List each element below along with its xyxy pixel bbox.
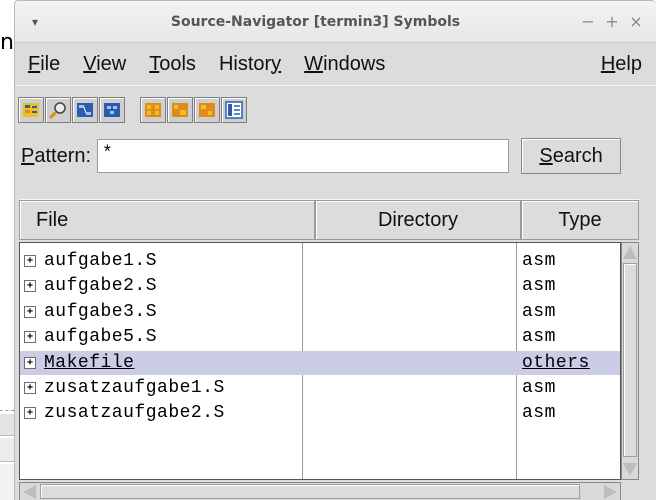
- pattern-label-text: attern:: [34, 144, 92, 167]
- row-type: asm: [522, 251, 556, 271]
- editor-icon: [199, 102, 215, 117]
- row-type: others: [522, 352, 590, 373]
- row-type: asm: [522, 327, 556, 348]
- scroll-left-arrow-icon[interactable]: [23, 485, 36, 499]
- expand-icon[interactable]: +: [24, 331, 36, 344]
- hierarchy-button[interactable]: [72, 96, 98, 123]
- row-file-name: aufgabe3.S: [44, 301, 158, 322]
- column-headers: File Directory Type: [19, 199, 639, 240]
- menu-bar: File View Tools History Windows Help: [15, 43, 656, 85]
- column-header-type[interactable]: Type: [521, 200, 639, 240]
- row-file-name: aufgabe2.S: [44, 276, 158, 297]
- horizontal-scroll-thumb[interactable]: [40, 484, 580, 499]
- include-icon: [172, 102, 188, 117]
- symbols-icon: [23, 102, 39, 117]
- row-type: asm: [522, 403, 556, 424]
- close-button[interactable]: ×: [624, 12, 648, 31]
- xref-button[interactable]: [140, 96, 166, 123]
- list-row[interactable]: + Makefile others: [20, 350, 620, 375]
- menu-tools[interactable]: Tools: [138, 53, 208, 76]
- row-file-name: aufgabe1.S: [44, 251, 158, 271]
- row-file-name: zusatzaufgabe1.S: [44, 378, 225, 398]
- expand-icon[interactable]: +: [24, 356, 36, 369]
- row-file-name: aufgabe5.S: [44, 327, 158, 348]
- menu-help-label: elp: [615, 52, 642, 75]
- search-button[interactable]: Search: [521, 138, 622, 174]
- expand-icon[interactable]: +: [24, 255, 36, 267]
- background-panel: [0, 464, 14, 500]
- scroll-down-arrow-icon[interactable]: [623, 463, 637, 476]
- menu-tools-label: ools: [159, 52, 196, 75]
- search-button-mnemonic: S: [539, 144, 553, 167]
- row-type: asm: [522, 301, 556, 322]
- row-file-name: zusatzaufgabe2.S: [44, 403, 225, 424]
- list-row[interactable]: + zusatzaufgabe2.S asm: [20, 401, 620, 425]
- row-type: asm: [522, 276, 556, 297]
- window-title: Source-Navigator [termin3] Symbols: [170, 13, 461, 30]
- menu-view[interactable]: View: [72, 53, 138, 76]
- pattern-label: Pattern:: [21, 145, 91, 168]
- window-menu-button[interactable]: ▾: [15, 15, 55, 29]
- grep-button[interactable]: [221, 96, 247, 123]
- menu-view-mnemonic: V: [83, 52, 97, 75]
- hierarchy-icon: [77, 102, 93, 117]
- retriever-icon: [48, 101, 66, 119]
- list-row[interactable]: + aufgabe5.S asm: [20, 325, 620, 349]
- menu-windows[interactable]: Windows: [293, 53, 397, 76]
- menu-file[interactable]: File: [17, 53, 72, 76]
- title-bar[interactable]: ▾ Source-Navigator [termin3] Symbols − +…: [15, 1, 656, 43]
- expand-icon[interactable]: +: [24, 407, 36, 420]
- expand-icon[interactable]: +: [24, 280, 36, 293]
- horizontal-scrollbar[interactable]: [19, 482, 621, 500]
- row-file-name: Makefile: [44, 352, 135, 373]
- list-row[interactable]: + aufgabe3.S asm: [20, 300, 620, 324]
- class-icon: [104, 102, 120, 117]
- pattern-label-mnemonic: P: [21, 144, 35, 167]
- menu-file-label: ile: [40, 52, 61, 75]
- menu-history-mnemonic: y: [271, 52, 282, 75]
- menu-tools-mnemonic: T: [149, 52, 160, 75]
- symbols-button[interactable]: [18, 96, 44, 123]
- pattern-input[interactable]: *: [97, 139, 510, 173]
- column-header-directory[interactable]: Directory: [315, 200, 521, 240]
- vertical-scroll-thumb[interactable]: [623, 263, 637, 457]
- row-type: asm: [522, 378, 556, 398]
- menu-file-mnemonic: F: [28, 52, 41, 75]
- class-button[interactable]: [99, 96, 125, 123]
- background-divider: [0, 410, 14, 411]
- window-controls: − + ×: [576, 12, 656, 31]
- background-panel: [0, 414, 14, 436]
- list-row[interactable]: + zusatzaufgabe1.S asm: [20, 376, 620, 400]
- menu-help-mnemonic: H: [600, 52, 616, 75]
- menu-history-label: Histor: [218, 52, 272, 75]
- search-button-label: earch: [552, 144, 603, 167]
- symbol-list[interactable]: + aufgabe1.S asm + aufgabe2.S asm + aufgabe3.S a…: [19, 242, 621, 480]
- list-row[interactable]: + aufgabe1.S asm: [20, 249, 620, 273]
- include-button[interactable]: [167, 96, 193, 123]
- expand-icon[interactable]: +: [24, 382, 36, 394]
- menu-history[interactable]: History: [208, 53, 293, 76]
- column-header-file[interactable]: File: [19, 200, 315, 240]
- menu-windows-mnemonic: W: [304, 52, 324, 75]
- pattern-row: Pattern: * Search: [15, 133, 656, 179]
- vertical-scrollbar[interactable]: [621, 242, 639, 480]
- scroll-up-arrow-icon[interactable]: [623, 246, 637, 259]
- list-row[interactable]: + aufgabe2.S asm: [20, 274, 620, 298]
- toolbar: [15, 85, 656, 133]
- menu-view-label: iew: [96, 52, 127, 75]
- menu-windows-label: indows: [323, 52, 386, 75]
- grep-icon: [225, 100, 243, 119]
- maximize-button[interactable]: +: [600, 12, 624, 31]
- menu-help[interactable]: Help: [590, 53, 654, 76]
- xref-icon: [145, 102, 161, 117]
- background-window-text: n: [0, 30, 14, 55]
- symbols-window: ▾ Source-Navigator [termin3] Symbols − +…: [14, 0, 656, 500]
- minimize-button[interactable]: −: [576, 12, 600, 31]
- editor-button[interactable]: [194, 96, 220, 123]
- background-panel: [0, 438, 14, 462]
- expand-icon[interactable]: +: [24, 305, 36, 318]
- scroll-right-arrow-icon[interactable]: [604, 485, 617, 499]
- retriever-button[interactable]: [45, 96, 71, 123]
